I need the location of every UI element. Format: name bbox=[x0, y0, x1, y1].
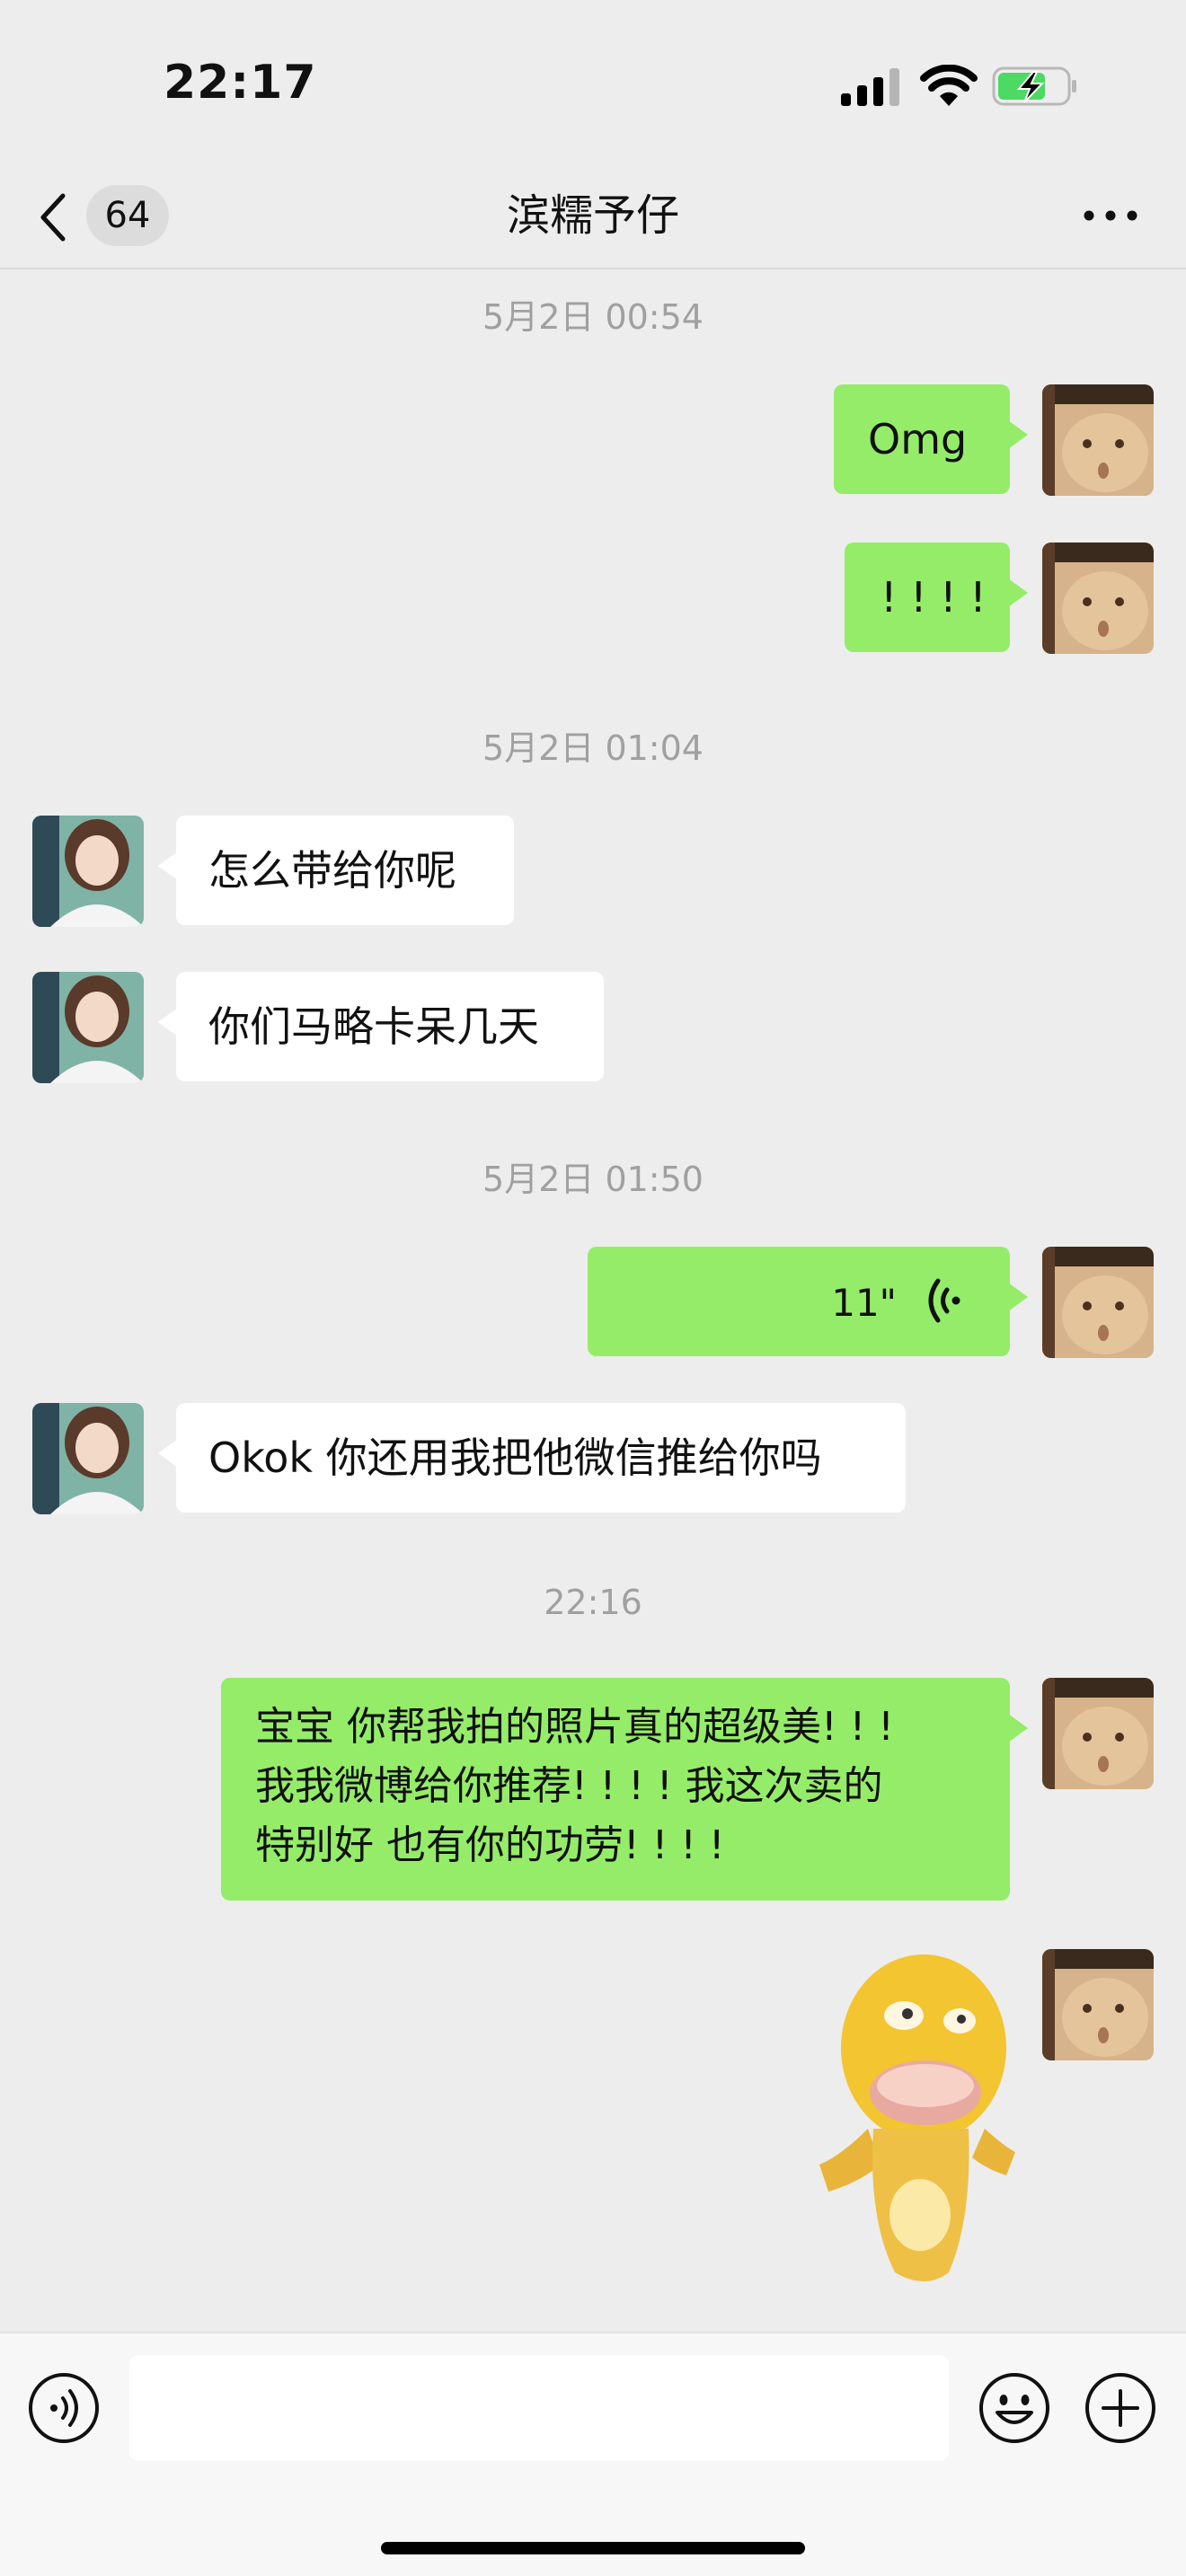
timestamp: 5月2日 01:50 bbox=[482, 1160, 704, 1199]
avatar-image bbox=[1042, 1949, 1154, 2060]
voice-message-bubble[interactable]: 11" bbox=[588, 1247, 1028, 1356]
timestamp: 5月2日 01:04 bbox=[482, 728, 704, 768]
chat-title: 滨糯予仔 bbox=[506, 190, 679, 241]
timestamp: 22:16 bbox=[544, 1583, 642, 1622]
more-icon[interactable] bbox=[1075, 189, 1146, 243]
sticker-image[interactable] bbox=[814, 1949, 1015, 2290]
avatar-image bbox=[1042, 543, 1154, 654]
battery-charging-icon bbox=[992, 66, 1076, 106]
avatar-image bbox=[32, 1403, 144, 1514]
status-bar: 22:17 bbox=[0, 0, 1186, 162]
contact-avatar[interactable] bbox=[32, 972, 144, 1083]
cellular-signal-icon bbox=[841, 68, 899, 106]
back-button[interactable]: 64 bbox=[36, 181, 180, 250]
message-text-line: 我我微博给你推荐! ! ! ! 我这次卖的 bbox=[255, 1763, 883, 1809]
wifi-icon bbox=[920, 65, 978, 106]
my-avatar[interactable] bbox=[1042, 1247, 1154, 1358]
avatar-image bbox=[1042, 1247, 1154, 1358]
message-text: 你们马略卡呆几天 bbox=[208, 1002, 539, 1051]
message-bubble-received[interactable]: 怎么带给你呢 bbox=[158, 816, 514, 925]
message-text-line: 宝宝 你帮我拍的照片真的超级美! ! ! bbox=[255, 1704, 894, 1750]
message-text: Okok 你还用我把他微信推给你吗 bbox=[208, 1434, 822, 1482]
unread-count-badge: 64 bbox=[86, 185, 169, 246]
message-bubble-received[interactable]: Okok 你还用我把他微信推给你吗 bbox=[158, 1403, 906, 1513]
my-avatar[interactable] bbox=[1042, 543, 1154, 654]
timestamp: 5月2日 00:54 bbox=[482, 297, 704, 337]
my-avatar[interactable] bbox=[1042, 1949, 1154, 2060]
plus-icon[interactable] bbox=[1084, 2371, 1157, 2445]
message-input[interactable] bbox=[129, 2355, 949, 2461]
avatar-image bbox=[1042, 1678, 1154, 1789]
back-chevron-icon bbox=[40, 193, 66, 242]
contact-avatar[interactable] bbox=[32, 1403, 144, 1514]
message-bubble-sent[interactable]: 宝宝 你帮我拍的照片真的超级美! ! ! 我我微博给你推荐! ! ! ! 我这次… bbox=[221, 1678, 1028, 1901]
message-bubble-received[interactable]: 你们马略卡呆几天 bbox=[158, 972, 604, 1081]
my-avatar[interactable] bbox=[1042, 1678, 1154, 1789]
voice-duration: 11" bbox=[831, 1281, 897, 1325]
message-text-line: 特别好 也有你的功劳! ! ! ! bbox=[255, 1822, 725, 1868]
message-text: 怎么带给你呢 bbox=[208, 846, 456, 895]
chat-header: 64 滨糯予仔 bbox=[0, 162, 1186, 269]
message-bubble-sent[interactable]: ! ! ! ! bbox=[845, 543, 1028, 652]
message-text: Omg bbox=[868, 415, 968, 463]
input-bar bbox=[0, 2332, 1186, 2576]
voice-mode-icon[interactable] bbox=[27, 2371, 101, 2445]
avatar-image bbox=[1042, 384, 1154, 496]
avatar-image bbox=[32, 816, 144, 927]
my-avatar[interactable] bbox=[1042, 384, 1154, 496]
voice-wave-icon bbox=[928, 1278, 960, 1323]
message-bubble-sent[interactable]: Omg bbox=[834, 384, 1028, 494]
message-text: ! ! ! ! bbox=[881, 573, 987, 622]
status-time: 22:17 bbox=[164, 56, 317, 110]
contact-avatar[interactable] bbox=[32, 816, 144, 927]
emoji-icon[interactable] bbox=[978, 2371, 1051, 2445]
avatar-image bbox=[32, 972, 144, 1083]
home-indicator[interactable] bbox=[381, 2542, 805, 2554]
